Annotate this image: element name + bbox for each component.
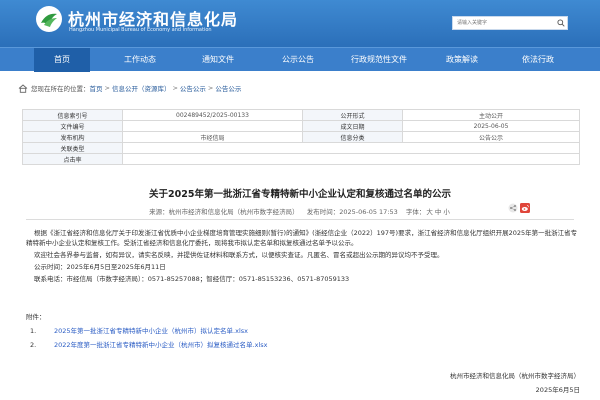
attachments-label: 附件： — [26, 313, 46, 321]
meta-value — [122, 153, 580, 165]
meta-value: 002489452/2025-00133 — [122, 109, 303, 121]
main-nav: 首页 工作动态 通知文件 公示公告 行政规范性文件 政策解读 依法行政 — [0, 47, 600, 72]
breadcrumb-info-public[interactable]: 信息公开（资源库） — [112, 83, 171, 93]
weibo-icon[interactable] — [520, 203, 530, 213]
nav-item-policy-interpretation[interactable]: 政策解读 — [432, 48, 492, 72]
table-row: 发布机构 市经信局 信息分类 公告公示 — [22, 131, 580, 143]
article-paragraph: 欢迎社会各界参与监督，如有异议，请实名反映，并提供佐证材料和联系方式，以便核实查… — [34, 251, 444, 259]
meta-label: 公开形式 — [302, 109, 403, 121]
meta-value: 主动公开 — [402, 109, 580, 121]
meta-value: 公告公示 — [402, 131, 580, 143]
site-subtitle: Hangzhou Municipal Bureau of Economy and… — [69, 27, 212, 33]
logo-icon[interactable] — [36, 6, 62, 32]
breadcrumb-announcements[interactable]: 公告公示 — [180, 83, 206, 93]
article-paragraph: 公示时间：2025年6月5日至2025年6月11日 — [34, 263, 166, 271]
article-title: 关于2025年第一批浙江省专精特新中小企业认定和复核通过名单的公示 — [149, 189, 451, 200]
attachment-number: 2. — [30, 341, 37, 349]
signature-date: 2025年6月5日 — [535, 386, 580, 394]
attachment-link[interactable]: 2025年第一批浙江省专精特新中小企业（杭州市）拟认定名单.xlsx — [54, 327, 248, 335]
nav-item-law-administration[interactable]: 依法行政 — [506, 48, 570, 72]
breadcrumb-announcements-sub[interactable]: 公告公示 — [215, 83, 241, 93]
share-icon[interactable] — [508, 203, 518, 213]
meta-label: 点击率 — [22, 153, 123, 165]
meta-label: 信息分类 — [302, 131, 403, 143]
attachment-row: 1. 2025年第一批浙江省专精特新中小企业（杭州市）拟认定名单.xlsx — [30, 326, 510, 336]
attachment-number: 1. — [30, 327, 37, 335]
article-divider — [26, 219, 574, 220]
meta-label: 发布机构 — [22, 131, 123, 143]
meta-value — [122, 142, 580, 154]
breadcrumb-separator: > — [104, 84, 110, 92]
home-icon — [18, 83, 28, 93]
article-paragraph: 联系电话：市经信局（市数字经济局）：0571-85257088；智经信厅：057… — [34, 275, 350, 283]
meta-value: 2025-06-05 — [402, 120, 580, 132]
meta-value — [122, 120, 303, 132]
nav-item-normative-docs[interactable]: 行政规范性文件 — [340, 48, 418, 72]
attachment-row: 2. 2022年度第一批浙江省专精特新中小企业（杭州市）拟复核通过名单.xlsx — [30, 340, 510, 350]
meta-label: 信息索引号 — [22, 109, 123, 121]
breadcrumb: 您现在所在的位置： 首页 > 信息公开（资源库） > 公告公示 > 公告公示 — [18, 82, 241, 94]
article-source: 来源：杭州市经济和信息化局（杭州市数字经济局） — [149, 208, 299, 216]
breadcrumb-prefix: 您现在所在的位置： — [31, 85, 90, 93]
nav-item-home[interactable]: 首页 — [34, 48, 90, 72]
breadcrumb-separator: > — [172, 84, 178, 92]
search-box — [452, 16, 568, 30]
meta-label: 文件编号 — [22, 120, 123, 132]
search-icon — [556, 19, 565, 27]
site-header: 杭州市经济和信息化局 Hangzhou Municipal Bureau of … — [0, 0, 600, 47]
breadcrumb-separator: > — [207, 84, 214, 92]
meta-value: 市经信局 — [122, 131, 303, 143]
article-paragraph: 根据《浙江省经济和信息化厅关于印发浙江省优质中小企业梯度培育管理实施细则(暂行)… — [26, 229, 578, 247]
meta-label: 关联类型 — [22, 142, 123, 154]
article-published-time: 发布时间：2025-06-05 17:53 — [306, 208, 398, 216]
font-size-medium[interactable]: 中 — [435, 208, 442, 216]
table-row: 关联类型 — [22, 142, 580, 154]
info-meta-table: 信息索引号 002489452/2025-00133 公开形式 主动公开 文件编… — [22, 109, 580, 165]
breadcrumb-home[interactable]: 首页 — [90, 83, 103, 93]
attachment-link[interactable]: 2022年度第一批浙江省专精特新中小企业（杭州市）拟复核通过名单.xlsx — [54, 341, 268, 349]
nav-item-notices[interactable]: 通知文件 — [188, 48, 248, 72]
font-size-label: 字体： — [405, 208, 426, 216]
signature-org: 杭州市经济和信息化局（杭州市数字经济局） — [450, 372, 580, 380]
meta-label: 成文日期 — [302, 120, 403, 132]
search-input[interactable] — [453, 17, 553, 29]
nav-item-announcements[interactable]: 公示公告 — [268, 48, 328, 72]
article-actions — [508, 203, 530, 213]
font-size-large[interactable]: 大 — [426, 208, 433, 216]
table-row: 文件编号 成文日期 2025-06-05 — [22, 120, 580, 132]
font-size-small[interactable]: 小 — [443, 208, 450, 216]
search-button[interactable] — [555, 18, 566, 28]
table-row: 点击率 — [22, 153, 580, 165]
table-row: 信息索引号 002489452/2025-00133 公开形式 主动公开 — [22, 109, 580, 121]
nav-item-work-news[interactable]: 工作动态 — [110, 48, 170, 72]
font-size-switch: 字体：大中小 — [406, 208, 451, 216]
